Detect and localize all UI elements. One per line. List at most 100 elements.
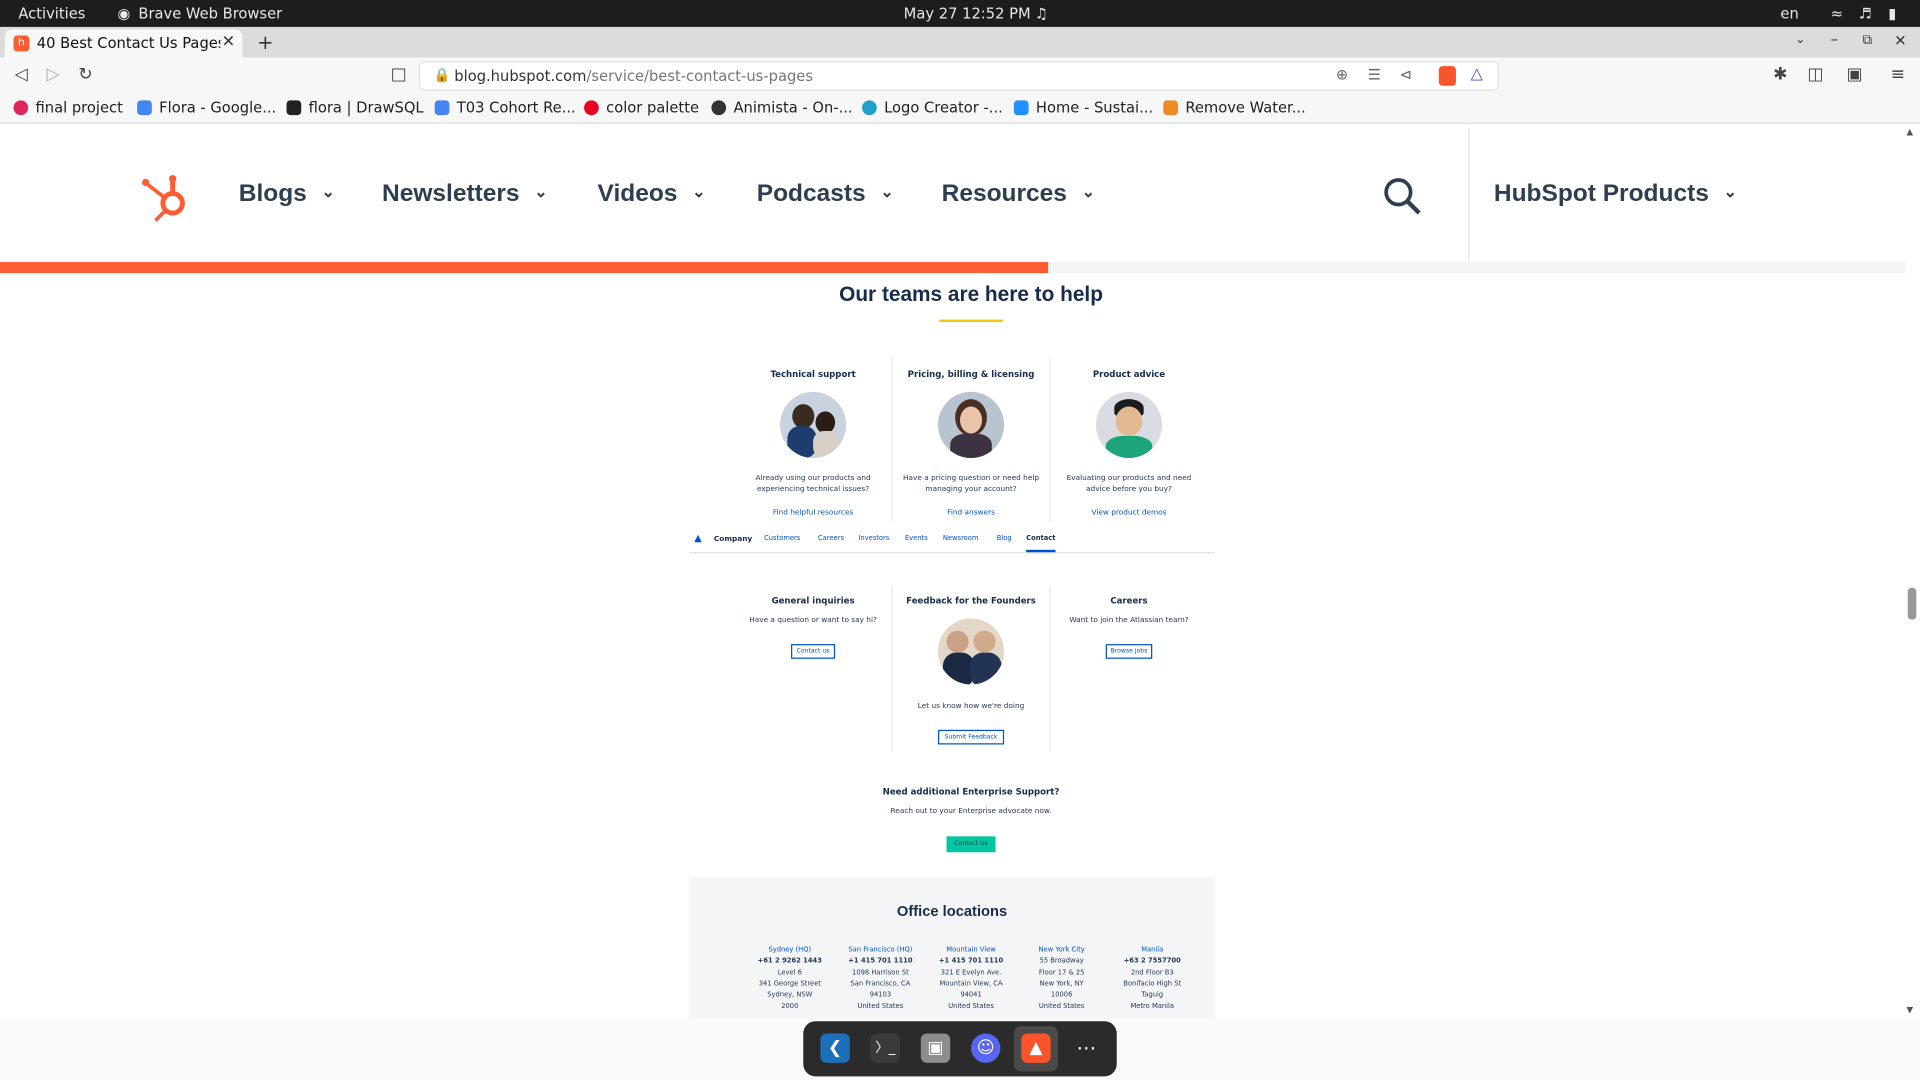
brave-icon[interactable]: ▲ [1021,1033,1051,1063]
bookmark-label: flora | DrawSQL [308,99,424,117]
share-icon[interactable]: ⊲ [1400,66,1412,83]
contact-us-button[interactable]: Contact us [791,644,836,659]
files-icon[interactable]: ▣ [920,1033,951,1063]
card-desc: managing your account? [925,484,1017,494]
extensions-icon[interactable]: ✱ [1773,65,1787,85]
search-icon[interactable] [1382,176,1421,215]
bell-icon[interactable]: ♫ [1035,5,1048,22]
nav-resources[interactable]: Resources ⌄ [942,180,1095,208]
card-title: Careers [1110,596,1148,607]
company-nav-brand[interactable]: Company [714,535,752,544]
bookmark-item[interactable]: final project [13,99,123,117]
brave-shields-icon[interactable] [1438,66,1456,86]
wallet-icon[interactable]: ▣ [1847,65,1863,85]
find-answers-link[interactable]: Find answers [893,508,1050,517]
language-indicator[interactable]: en [1780,5,1798,22]
card-desc: Already using our products and [755,473,871,483]
scroll-down-icon[interactable]: ▼ [1907,1005,1914,1015]
bookmark-item[interactable]: Animista - On-... [711,99,853,116]
bookmark-item[interactable]: flora | DrawSQL [286,99,424,117]
zoom-icon[interactable]: ⊕ [1336,66,1348,83]
bookmark-item[interactable]: T03 Cohort Re... [434,99,576,116]
nav-videos[interactable]: Videos ⌄ [598,180,706,208]
lock-icon[interactable]: 🔒 [433,67,450,83]
office-city-link[interactable]: New York City [1016,945,1107,956]
brave-rewards-icon[interactable]: △ [1471,65,1483,83]
chevron-down-icon: ⌄ [321,182,335,201]
hubspot-logo-icon[interactable] [138,171,192,225]
chevron-down-icon: ⌄ [880,182,894,201]
founders-photo [937,618,1005,685]
office-city-link[interactable]: Sydney (HQ) [744,945,835,956]
battery-icon[interactable]: ▮ [1888,5,1896,22]
activities-button[interactable]: Activities [18,5,85,22]
nav-podcasts[interactable]: Podcasts ⌄ [757,180,894,208]
office-city-link[interactable]: Manila [1107,945,1198,956]
bookmark-label: color palette [606,99,699,117]
bookmark-item[interactable]: Flora - Google... [137,99,276,116]
maximize-button[interactable]: ⧉ [1862,32,1872,49]
reload-icon[interactable]: ↻ [78,65,92,85]
browser-tab[interactable]: h 40 Best Contact Us Pages ✕ [4,29,243,58]
bookmark-item[interactable]: Remove Water... [1163,99,1306,116]
bookmark-item[interactable]: Home - Sustai... [1013,99,1153,116]
bookmark-favicon-icon [862,100,877,116]
enterprise-contact-button[interactable]: Contact Us [946,836,996,853]
menu-icon[interactable]: ≡ [1891,65,1905,85]
scroll-up-icon[interactable]: ▲ [1907,127,1914,137]
company-nav-careers[interactable]: Careers [818,535,844,542]
active-tab-indicator [1026,549,1056,553]
close-window-button[interactable]: ✕ [1894,32,1906,49]
bookmark-item[interactable]: Logo Creator -... [862,99,1003,116]
office-address-line: Sydney, NSW [767,992,813,1000]
bookmark-favicon-icon [13,100,29,116]
office-address-line: 2000 [781,1003,799,1011]
new-tab-button[interactable]: + [257,31,273,54]
app-grid-icon[interactable]: ⋯ [1071,1033,1100,1062]
minimize-button[interactable]: – [1831,31,1838,48]
nav-blogs[interactable]: Blogs ⌄ [239,180,335,208]
volume-icon[interactable]: ♬ [1859,5,1872,22]
close-tab-icon[interactable]: ✕ [222,33,235,51]
terminal-icon[interactable]: 〉_ [870,1033,901,1063]
bookmark-favicon-icon [1013,100,1029,116]
page-scrollbar[interactable] [1905,127,1920,1019]
company-nav-newsroom[interactable]: Newsroom [943,535,979,542]
company-nav-contact[interactable]: Contact [1026,535,1055,542]
vscode-icon[interactable]: ❮ [820,1033,850,1063]
app-name[interactable]: Brave Web Browser [138,5,282,22]
bookmark-label: final project [35,99,123,117]
nav-newsletters[interactable]: Newsletters ⌄ [382,180,548,208]
browse-jobs-button[interactable]: Browse jobs [1105,644,1153,659]
bookmark-item[interactable]: color palette [584,99,699,116]
bookmark-favicon-icon [434,100,450,116]
reader-mode-icon[interactable]: ☰ [1368,66,1381,83]
clock[interactable]: May 27 12:52 PM [904,5,1031,22]
submit-feedback-button[interactable]: Submit Feedback [937,729,1005,745]
office-city-link[interactable]: San Francisco (HQ) [835,945,926,956]
scrollbar-thumb[interactable] [1907,587,1917,620]
view-product-demos-link[interactable]: View product demos [1051,508,1208,517]
company-nav-customers[interactable]: Customers [764,535,800,542]
address-bar[interactable]: 🔒 blog.hubspot.com/service/best-contact-… [418,61,1499,91]
card-title: Pricing, billing & licensing [907,369,1035,380]
office-address-line: Metro Manila [1130,1003,1175,1011]
tab-list-chevron-icon[interactable]: ⌄ [1795,33,1805,46]
company-nav-investors[interactable]: Investors [858,535,889,542]
office-column: New York City 55 Broadway Floor 17 & 25 … [1016,945,1107,1013]
office-city-link[interactable]: Mountain View [926,945,1017,956]
forward-icon[interactable]: ▷ [47,65,60,85]
office-address-line: New York, NY [1039,980,1084,989]
office-address-line: 1098 Harrison St [852,969,909,977]
discord-icon[interactable]: ☺ [971,1033,1001,1063]
back-icon[interactable]: ◁ [15,65,28,85]
hubspot-products-menu[interactable]: HubSpot Products ⌄ [1494,180,1737,208]
support-team-photo [780,391,847,458]
wifi-icon[interactable]: ≈ [1831,5,1843,22]
bookmark-icon[interactable]: □ [391,65,407,85]
company-nav-events[interactable]: Events [905,535,928,542]
office-address-line: United States [1038,1003,1085,1011]
find-helpful-resources-link[interactable]: Find helpful resources [735,508,892,517]
sidebar-icon[interactable]: ◫ [1807,65,1823,85]
company-nav-blog[interactable]: Blog [997,535,1012,542]
